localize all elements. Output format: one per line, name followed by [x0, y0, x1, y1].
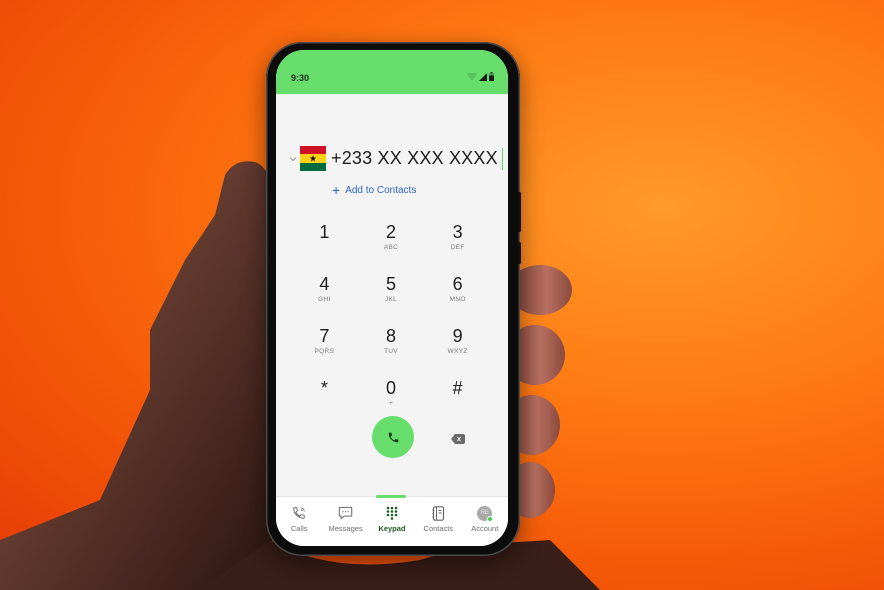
tab-label: Account: [471, 524, 499, 533]
status-icons: [467, 72, 494, 81]
key-2[interactable]: 2 ABC: [358, 222, 425, 260]
key-star[interactable]: *: [291, 378, 358, 416]
call-row: [276, 416, 508, 460]
key-letters: PQRS: [314, 348, 335, 355]
key-0[interactable]: 0 +: [358, 378, 425, 416]
volume-button: [518, 192, 521, 232]
key-letters: WXYZ: [447, 348, 468, 355]
country-chevron-down-icon[interactable]: [288, 154, 298, 164]
signal-icon: [479, 73, 487, 81]
phone-screen: 9:30 ★ +233 XX XXX XXXX + Add to Contact…: [276, 50, 508, 546]
call-button[interactable]: [372, 416, 414, 458]
number-row: ★ +233 XX XXX XXXX: [288, 146, 504, 171]
tab-label: Keypad: [378, 524, 406, 533]
tab-account[interactable]: RE Account: [462, 497, 508, 546]
backspace-button[interactable]: [451, 431, 465, 449]
add-to-contacts-label: Add to Contacts: [345, 184, 417, 196]
keypad-icon: [386, 506, 398, 520]
backspace-icon: [451, 434, 465, 444]
battery-icon: [489, 72, 494, 81]
tab-label: Calls: [290, 524, 308, 533]
active-tab-indicator: [376, 495, 406, 498]
key-digit: 1: [319, 222, 330, 242]
plus-icon: +: [332, 182, 341, 198]
text-cursor: [501, 147, 504, 170]
tab-messages[interactable]: Messages: [323, 497, 369, 546]
key-6[interactable]: 6 MNO: [424, 274, 491, 312]
key-digit: 6: [452, 274, 463, 294]
key-digit: #: [452, 378, 463, 398]
tab-label: Contacts: [423, 524, 454, 533]
key-letters: DEF: [450, 244, 465, 251]
key-hash[interactable]: #: [424, 378, 491, 416]
dialer-area: ★ +233 XX XXX XXXX + Add to Contacts 1 2…: [276, 94, 508, 496]
phone-icon: [293, 507, 305, 519]
key-7[interactable]: 7 PQRS: [291, 326, 358, 364]
key-1[interactable]: 1: [291, 222, 358, 260]
key-digit: 7: [319, 326, 330, 346]
tab-contacts[interactable]: Contacts: [415, 497, 461, 546]
tab-keypad[interactable]: Keypad: [369, 497, 415, 546]
status-time: 9:30: [291, 73, 310, 83]
power-button: [518, 242, 521, 264]
key-letters: MNO: [449, 296, 466, 303]
add-to-contacts-link[interactable]: + Add to Contacts: [332, 183, 416, 197]
key-digit: *: [320, 378, 328, 398]
phone-icon: [388, 432, 398, 442]
ghana-flag-icon[interactable]: ★: [300, 146, 326, 171]
online-status-dot: [487, 515, 494, 522]
phone-device: 9:30 ★ +233 XX XXX XXXX + Add to Contact…: [266, 42, 521, 556]
key-9[interactable]: 9 WXYZ: [424, 326, 491, 364]
key-letters: ABC: [383, 244, 399, 251]
bottom-tab-bar: Calls Messages Keypad Contacts RE Accoun…: [276, 495, 508, 546]
key-digit: 9: [452, 326, 463, 346]
key-letters: JKL: [384, 296, 398, 303]
key-digit: 5: [385, 274, 396, 294]
phone-number-display[interactable]: +233 XX XXX XXXX: [331, 148, 498, 169]
key-digit: 8: [385, 326, 396, 346]
status-bar: 9:30: [276, 50, 508, 94]
key-digit: 3: [452, 222, 463, 242]
contacts-book-icon: [432, 505, 444, 521]
avatar-initials: RE: [480, 510, 489, 516]
keypad: 1 2 ABC 3 DEF 4 GHI 5 JKL 6 MNO 7 PQRS 8 TUV 9 W…: [291, 222, 491, 416]
key-letters: GHI: [318, 296, 331, 303]
key-5[interactable]: 5 JKL: [358, 274, 425, 312]
key-letters: +: [388, 400, 394, 407]
key-3[interactable]: 3 DEF: [424, 222, 491, 260]
key-letters: TUV: [384, 348, 398, 355]
tab-label: Messages: [328, 524, 363, 533]
key-digit: 0: [385, 378, 396, 398]
key-4[interactable]: 4 GHI: [291, 274, 358, 312]
message-icon: [338, 506, 353, 520]
key-digit: 4: [319, 274, 330, 294]
wifi-icon: [467, 73, 477, 81]
avatar: RE: [477, 505, 494, 522]
tab-calls[interactable]: Calls: [276, 497, 322, 546]
key-digit: 2: [385, 222, 396, 242]
key-8[interactable]: 8 TUV: [358, 326, 425, 364]
